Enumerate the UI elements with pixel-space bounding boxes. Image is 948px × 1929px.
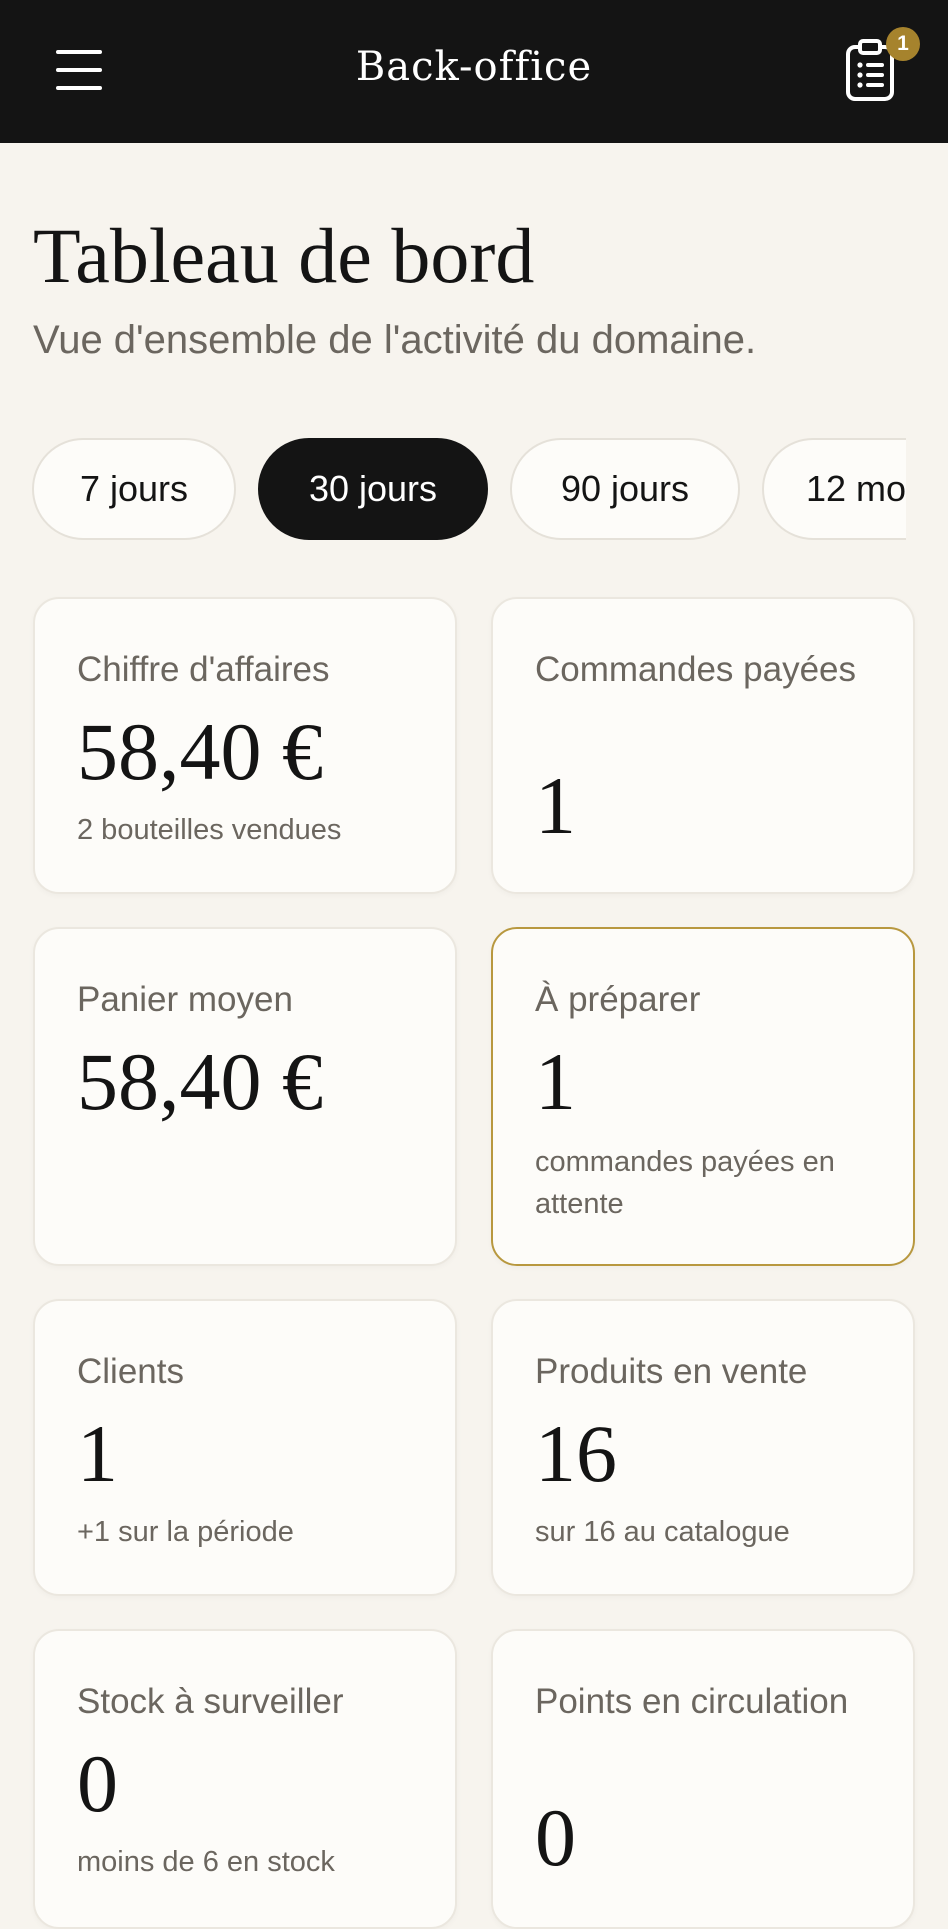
card-value: 58,40 € [77, 706, 323, 797]
clients-card: Clients 1 +1 sur la période [33, 1299, 457, 1596]
top-bar: Back-office 1 [0, 0, 948, 143]
loyalty-points-card: Points en circulation 0 [491, 1629, 915, 1929]
card-value: 16 [535, 1408, 617, 1499]
card-value: 1 [77, 1408, 118, 1499]
card-label: Commandes payées [535, 650, 856, 689]
paid-orders-card: Commandes payées 1 [491, 597, 915, 894]
card-label: Produits en vente [535, 1352, 808, 1391]
stock-watch-card: Stock à surveiller 0 moins de 6 en stock [33, 1629, 457, 1929]
card-note: commandes payées en attente [535, 1146, 835, 1220]
revenue-card: Chiffre d'affaires 58,40 € 2 bouteilles … [33, 597, 457, 894]
card-note: moins de 6 en stock [77, 1846, 335, 1878]
page-title: Tableau de bord [33, 212, 535, 299]
period-chip-12-months[interactable]: 12 mo [762, 438, 906, 540]
card-note: 2 bouteilles vendues [77, 814, 342, 846]
card-label: À préparer [535, 980, 701, 1019]
card-label: Clients [77, 1352, 184, 1391]
card-value: 58,40 € [77, 1036, 323, 1127]
period-chip-90-days[interactable]: 90 jours [510, 438, 740, 540]
card-value: 1 [535, 1036, 576, 1127]
card-label: Chiffre d'affaires [77, 650, 330, 689]
orders-count-badge: 1 [886, 27, 920, 61]
to-prepare-card[interactable]: À préparer 1 commandes payées en attente [491, 927, 915, 1266]
period-chip-30-days[interactable]: 30 jours [258, 438, 488, 540]
card-note: sur 16 au catalogue [535, 1516, 790, 1548]
products-for-sale-card: Produits en vente 16 sur 16 au catalogue [491, 1299, 915, 1596]
app-title: Back-office [355, 44, 593, 90]
card-label: Points en circulation [535, 1682, 849, 1721]
average-basket-card: Panier moyen 58,40 € [33, 927, 457, 1266]
card-label: Stock à surveiller [77, 1682, 344, 1721]
card-value: 0 [77, 1738, 118, 1829]
period-chip-7-days[interactable]: 7 jours [32, 438, 236, 540]
period-filter-bar: 7 jours 30 jours 90 jours 12 mo [32, 438, 906, 546]
card-value: 0 [535, 1792, 576, 1883]
card-value: 1 [535, 760, 576, 851]
card-label: Panier moyen [77, 980, 293, 1019]
page-subtitle: Vue d'ensemble de l'activité du domaine. [33, 318, 757, 362]
card-note: +1 sur la période [77, 1516, 294, 1548]
